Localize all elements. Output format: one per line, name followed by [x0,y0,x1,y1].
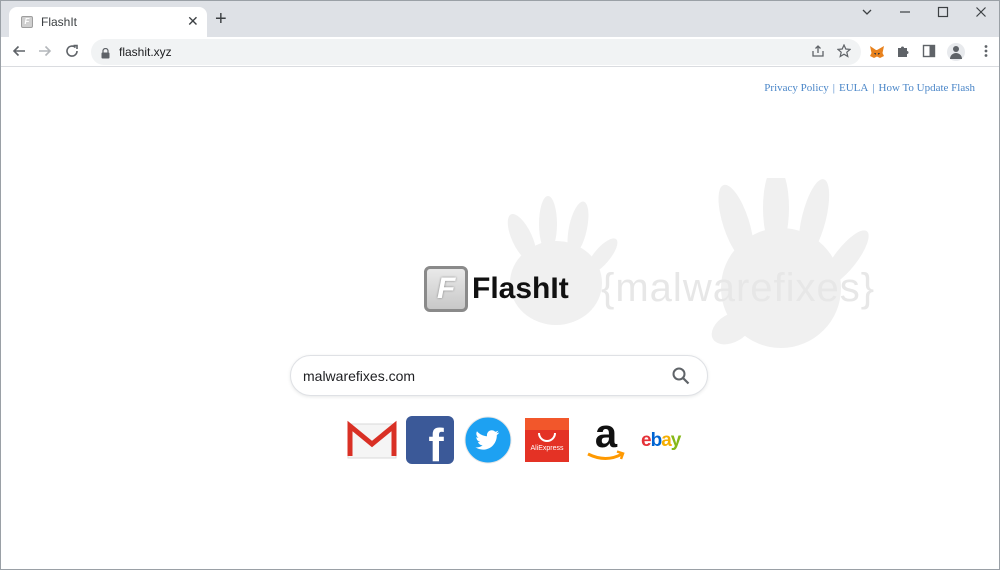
amazon-icon[interactable]: a [582,414,630,464]
share-icon[interactable] [811,44,825,60]
facebook-glyph: f [428,419,444,471]
browser-toolbar: flashit.xyz [1,37,999,67]
eula-link[interactable]: EULA [839,82,868,94]
link-separator: | [832,82,835,94]
ebay-letter-e: e [641,430,652,451]
privacy-policy-link[interactable]: Privacy Policy [764,82,828,94]
profile-avatar-icon[interactable] [947,43,965,61]
tab-search-icon[interactable] [859,5,875,21]
tab-flashit[interactable]: F FlashIt ✕ [9,7,207,37]
watermark-text: {malwarefixes} [601,266,876,310]
url-text[interactable]: flashit.xyz [119,45,172,59]
tab-strip: F FlashIt ✕ + [1,1,999,37]
back-icon[interactable] [11,43,27,63]
browser-window: F FlashIt ✕ + flashit.xyz Privacy Policy… [0,0,1000,570]
how-to-update-flash-link[interactable]: How To Update Flash [879,82,976,94]
tab-favicon-icon: F [21,16,33,28]
metamask-extension-icon[interactable] [869,44,885,62]
logo-text: FlashIt [472,272,569,305]
flashit-logo-icon: F [424,266,468,312]
ebay-icon[interactable]: ebay [639,416,695,464]
extensions-icon[interactable] [896,44,910,60]
aliexpress-icon[interactable]: AliExpress [523,416,571,464]
tab-title: FlashIt [41,15,78,29]
gmail-icon[interactable] [347,416,397,464]
search-icon[interactable] [671,366,691,386]
bookmark-star-icon[interactable] [836,43,852,60]
link-separator: | [872,82,875,94]
logo-letter: F [437,272,456,305]
ebay-letter-b: b [650,430,663,451]
new-tab-button[interactable]: + [215,9,227,29]
close-window-icon[interactable] [973,5,989,21]
side-panel-icon[interactable] [922,44,936,60]
header-links: Privacy Policy | EULA | How To Update Flash [764,82,975,94]
maximize-icon[interactable] [935,5,951,21]
more-menu-icon[interactable] [979,44,993,60]
ebay-letter-a: a [661,430,672,451]
forward-icon[interactable] [37,43,53,63]
page-content: Privacy Policy | EULA | How To Update Flash [1,68,999,569]
minimize-icon[interactable] [897,5,913,21]
aliexpress-text: AliExpress [530,445,564,452]
twitter-icon[interactable] [464,416,512,464]
search-box [290,355,708,396]
ebay-letter-y: y [670,430,682,451]
reload-icon[interactable] [64,43,80,63]
facebook-icon[interactable]: f [406,416,454,471]
lock-icon[interactable] [101,46,110,59]
address-bar[interactable]: flashit.xyz [91,39,861,65]
tab-close-icon[interactable]: ✕ [187,13,199,29]
ebay-wordmark: ebay [641,430,682,452]
search-input[interactable] [303,366,663,386]
